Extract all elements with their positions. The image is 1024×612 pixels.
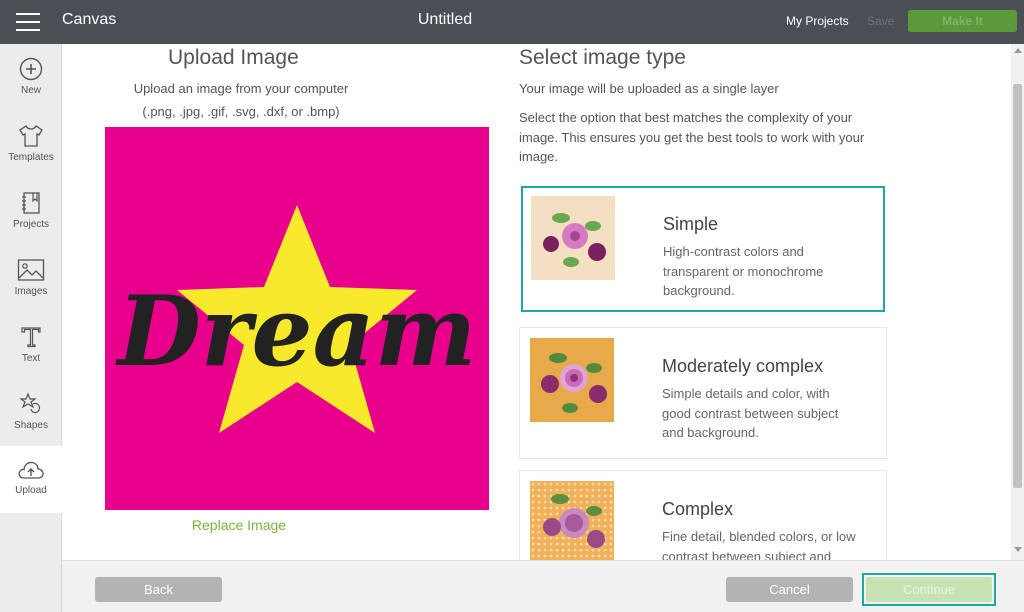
simple-flowers-thumbnail <box>531 196 615 280</box>
sidebar-item-new[interactable]: New <box>0 44 62 111</box>
plus-circle-icon <box>19 57 43 81</box>
sidebar-item-label: New <box>20 85 41 96</box>
notebook-icon <box>22 192 40 214</box>
shapes-icon <box>19 392 41 414</box>
option-title: Moderately complex <box>662 356 824 376</box>
sidebar-item-projects[interactable]: Projects <box>0 178 62 245</box>
sidebar-item-label: Upload <box>15 485 47 496</box>
sidebar-item-label: Projects <box>12 219 50 230</box>
image-icon <box>17 259 45 281</box>
option-title: Complex <box>662 499 734 519</box>
scroll-thumb[interactable] <box>1013 84 1022 488</box>
my-projects-link[interactable]: My Projects <box>786 14 849 28</box>
back-button[interactable]: Back <box>95 577 222 602</box>
sidebar-item-text[interactable]: Text <box>0 312 62 379</box>
scroll-up-arrow-icon[interactable] <box>1014 48 1022 53</box>
option-description: Fine detail, blended colors, or low cont… <box>662 529 856 560</box>
moderate-flowers-thumbnail <box>530 338 614 422</box>
option-card-simple[interactable]: Simple High-contrast colors and transpar… <box>521 186 885 312</box>
option-description: High-contrast colors and transparent or … <box>663 244 824 298</box>
save-button[interactable]: Save <box>867 14 894 28</box>
sidebar-item-label: Shapes <box>14 420 48 431</box>
upload-formats: (.png, .jpg, .gif, .svg, .dxf, or .bmp) <box>142 104 340 119</box>
vertical-scrollbar[interactable] <box>1011 44 1024 560</box>
tshirt-icon <box>19 125 43 147</box>
sidebar-item-label: Images <box>14 286 48 297</box>
sidebar-item-label: Text <box>21 353 41 364</box>
cancel-button[interactable]: Cancel <box>726 577 853 602</box>
document-title[interactable]: Untitled <box>0 11 890 29</box>
replace-image-link[interactable]: Replace Image <box>62 517 416 533</box>
sidebar-item-images[interactable]: Images <box>0 245 62 312</box>
upload-dialog: Upload Image Upload an image from your c… <box>62 44 1024 560</box>
upload-subtitle: Upload an image from your computer <box>133 81 349 96</box>
image-type-title: Select image type <box>519 46 686 69</box>
top-bar: Canvas Untitled My Projects Save Make It <box>0 0 1024 44</box>
option-description: Simple details and color, with good cont… <box>662 386 839 440</box>
sidebar-item-templates[interactable]: Templates <box>0 111 62 178</box>
preview-text: Dream <box>115 275 477 388</box>
option-card-complex[interactable]: Complex Fine detail, blended colors, or … <box>519 470 887 560</box>
image-type-subtitle: Your image will be uploaded as a single … <box>519 81 779 96</box>
continue-button[interactable]: Continue <box>866 577 992 602</box>
left-sidebar: New Templates Projects Images Text Shape… <box>0 44 62 612</box>
scroll-down-arrow-icon[interactable] <box>1014 547 1022 552</box>
image-preview: Dream <box>105 127 489 510</box>
sidebar-item-label: Templates <box>8 152 54 163</box>
dialog-footer: Back Cancel Continue <box>62 560 1024 612</box>
make-it-button[interactable]: Make It <box>908 10 1017 32</box>
text-t-icon <box>21 327 41 348</box>
image-type-instructions: Select the option that best matches the … <box>519 110 865 164</box>
dream-star-image: Dream <box>115 205 477 433</box>
sidebar-item-upload[interactable]: Upload <box>0 446 62 513</box>
upload-title: Upload Image <box>168 46 299 69</box>
cloud-upload-icon <box>18 461 44 479</box>
complex-flowers-thumbnail <box>530 481 614 560</box>
continue-button-focus-ring: Continue <box>862 573 996 606</box>
sidebar-item-shapes[interactable]: Shapes <box>0 379 62 446</box>
option-title: Simple <box>663 214 719 234</box>
option-card-moderately-complex[interactable]: Moderately complex Simple details and co… <box>519 327 887 459</box>
